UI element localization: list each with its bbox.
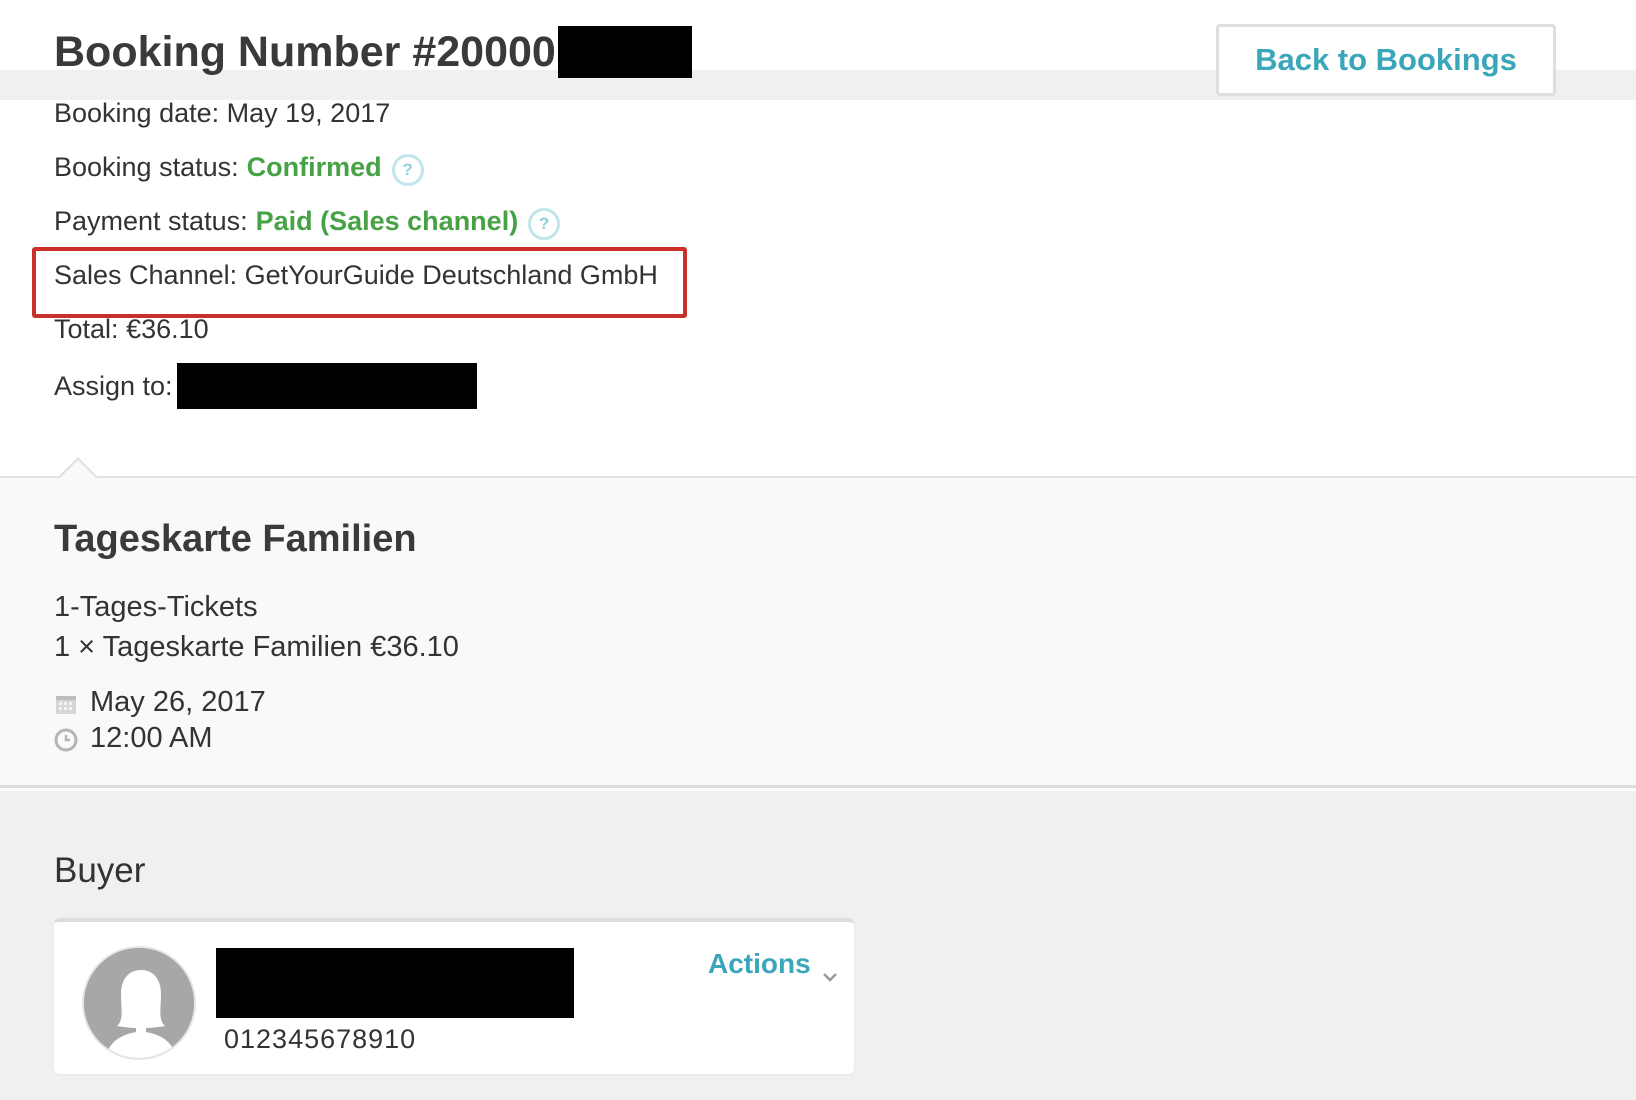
booking-status-value: Confirmed xyxy=(246,151,382,182)
page-header: Booking Number #20000 Back to Bookings xyxy=(0,0,1636,100)
total-label: Total: xyxy=(54,313,119,344)
booking-status-row: Booking status: Confirmed ? xyxy=(54,147,954,187)
payment-status-row: Payment status: Paid (Sales channel) ? xyxy=(54,201,954,241)
redacted-assignee[interactable] xyxy=(176,363,477,409)
actions-label: Actions xyxy=(708,948,811,979)
buyer-card: 012345678910 Actions xyxy=(54,918,854,1074)
product-title: Tageskarte Familien xyxy=(54,518,417,560)
booking-status-label: Booking status: xyxy=(54,151,239,182)
chevron-down-icon xyxy=(821,958,839,982)
clock-icon xyxy=(54,727,78,751)
ticket-type: 1-Tages-Tickets xyxy=(54,591,258,623)
back-to-bookings-button[interactable]: Back to Bookings xyxy=(1216,24,1556,96)
redacted-booking-number xyxy=(557,26,692,78)
sales-channel-highlight xyxy=(32,247,687,318)
booking-number-text: Booking Number #20000 xyxy=(54,27,556,76)
actions-dropdown[interactable]: Actions xyxy=(708,948,839,982)
assign-to-row: Assign to: xyxy=(54,363,954,409)
user-silhouette-icon xyxy=(82,946,196,1060)
page-title: Booking Number #20000 xyxy=(54,26,692,78)
buyer-heading: Buyer xyxy=(54,851,146,890)
booking-date-row: Booking date: May 19, 2017 xyxy=(54,93,954,133)
buyer-phone: 012345678910 xyxy=(224,1024,417,1054)
product-time: 12:00 AM xyxy=(90,722,213,754)
payment-status-value: Paid (Sales channel) xyxy=(255,205,519,236)
assign-to-label: Assign to: xyxy=(54,370,173,401)
redacted-buyer-name xyxy=(216,948,574,1018)
total-value: €36.10 xyxy=(126,313,209,344)
product-time-row: 12:00 AM xyxy=(54,722,213,755)
line-item: 1 × Tageskarte Familien €36.10 xyxy=(54,631,459,663)
payment-status-label: Payment status: xyxy=(54,205,248,236)
product-date-row: May 26, 2017 xyxy=(54,686,266,719)
booking-date-label: Booking date: xyxy=(54,97,220,128)
calendar-icon xyxy=(54,691,78,715)
buyer-section: Buyer 012345678910 Actions xyxy=(0,791,1636,1100)
section-pointer-inner xyxy=(60,460,96,478)
booking-date-value: May 19, 2017 xyxy=(226,97,391,128)
help-circle-icon[interactable]: ? xyxy=(528,208,561,240)
help-circle-icon[interactable]: ? xyxy=(391,154,424,186)
product-date: May 26, 2017 xyxy=(90,686,266,718)
product-section: Tageskarte Familien 1-Tages-Tickets 1 × … xyxy=(0,457,1636,788)
